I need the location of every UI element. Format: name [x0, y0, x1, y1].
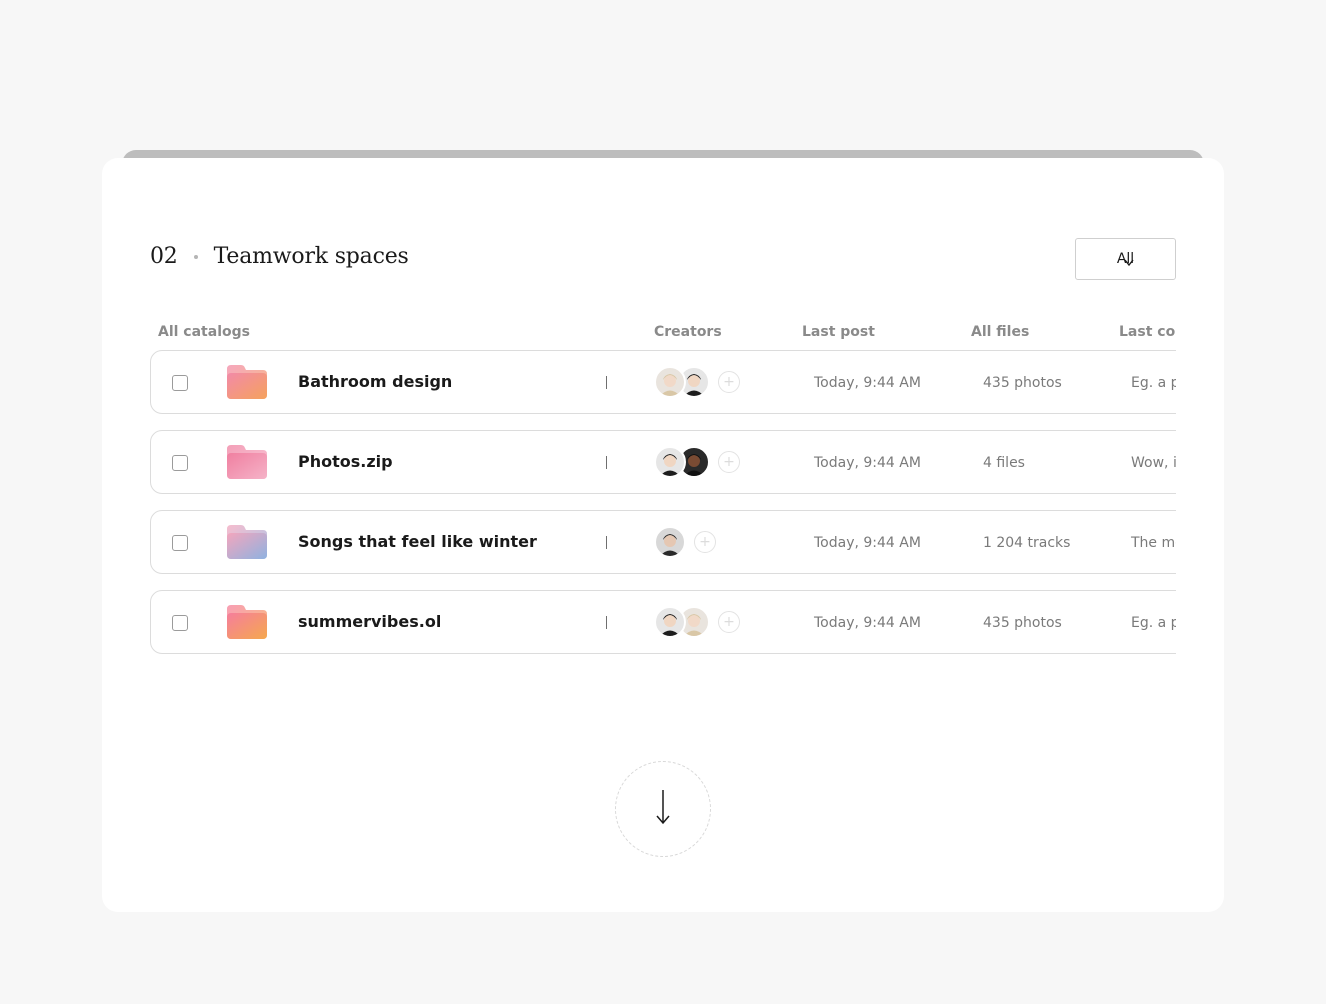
folder-icon [227, 525, 267, 563]
arrow-down-icon [655, 789, 671, 829]
catalog-name[interactable]: summervibes.ol [298, 612, 441, 631]
last-comment: Wow, i [1131, 455, 1176, 471]
column-header-creators[interactable]: Creators [654, 324, 722, 340]
row-checkbox[interactable] [172, 535, 188, 551]
column-header-last-post[interactable]: Last post [802, 324, 875, 340]
add-creator-button[interactable]: + [718, 371, 740, 393]
column-divider [606, 616, 607, 629]
avatar-man-dark-hair[interactable] [654, 446, 686, 478]
file-count: 435 photos [983, 615, 1062, 631]
column-divider [606, 456, 607, 469]
avatar-woman-blonde[interactable] [654, 366, 686, 398]
teamwork-spaces-card: 02 Teamwork spaces All All catalogs Crea… [102, 158, 1224, 912]
table-row[interactable]: Bathroom design + Today, 9:44 AM 435 pho… [150, 350, 1176, 414]
section-header: 02 Teamwork spaces All [150, 238, 1176, 280]
table-row[interactable]: Photos.zip + Today, 9:44 AM 4 files Wow,… [150, 430, 1176, 494]
file-count: 4 files [983, 455, 1025, 471]
section-title: 02 Teamwork spaces [150, 244, 409, 269]
row-checkbox[interactable] [172, 615, 188, 631]
catalog-table: All catalogs Creators Last post All file… [150, 316, 1176, 676]
title-separator-dot [193, 254, 198, 259]
avatar-man-beard[interactable] [654, 526, 686, 558]
column-header-last-comment[interactable]: Last comment [1119, 324, 1176, 340]
column-divider [606, 536, 607, 549]
catalog-name[interactable]: Photos.zip [298, 452, 393, 471]
last-comment: The mo [1131, 535, 1176, 551]
file-count: 435 photos [983, 375, 1062, 391]
last-post-time: Today, 9:44 AM [814, 455, 921, 471]
catalog-name[interactable]: Songs that feel like winter [298, 532, 537, 551]
column-header-catalogs[interactable]: All catalogs [158, 324, 250, 340]
last-post-time: Today, 9:44 AM [814, 615, 921, 631]
section-name: Teamwork spaces [213, 244, 409, 269]
add-creator-button[interactable]: + [718, 611, 740, 633]
table-row[interactable]: summervibes.ol + Today, 9:44 AM 435 phot… [150, 590, 1176, 654]
last-post-time: Today, 9:44 AM [814, 535, 921, 551]
last-comment: Eg. a p [1131, 375, 1176, 391]
scroll-down-button[interactable] [615, 761, 711, 857]
table-header: All catalogs Creators Last post All file… [150, 316, 1176, 350]
last-comment: Eg. a p [1131, 615, 1176, 631]
filter-dropdown-button[interactable]: All [1075, 238, 1176, 280]
folder-icon [227, 365, 267, 403]
column-divider [606, 376, 607, 389]
last-post-time: Today, 9:44 AM [814, 375, 921, 391]
add-creator-button[interactable]: + [718, 451, 740, 473]
column-header-all-files[interactable]: All files [971, 324, 1029, 340]
catalog-name[interactable]: Bathroom design [298, 372, 452, 391]
file-count: 1 204 tracks [983, 535, 1071, 551]
row-checkbox[interactable] [172, 375, 188, 391]
folder-icon [227, 445, 267, 483]
section-number: 02 [150, 244, 178, 269]
avatar-man-dark-hair[interactable] [654, 606, 686, 638]
add-creator-button[interactable]: + [694, 531, 716, 553]
folder-icon [227, 605, 267, 643]
row-checkbox[interactable] [172, 455, 188, 471]
table-row[interactable]: Songs that feel like winter + Today, 9:4… [150, 510, 1176, 574]
